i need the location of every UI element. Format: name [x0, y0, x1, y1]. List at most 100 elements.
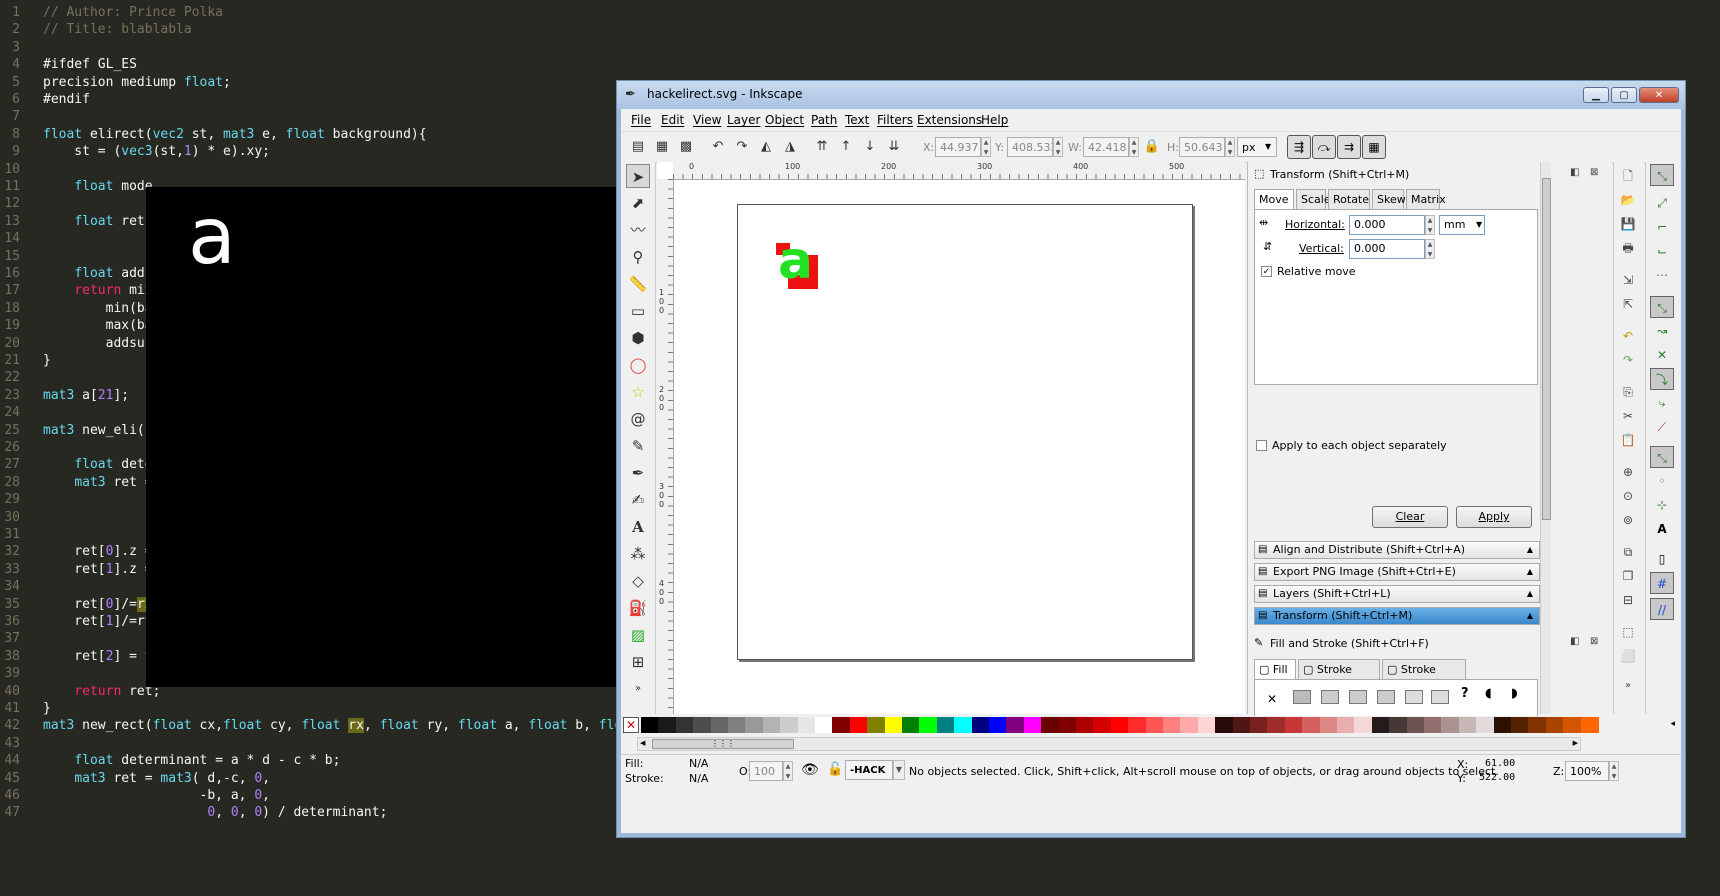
star-tool-icon[interactable]: ☆ [626, 380, 650, 404]
snap-rotation-center-icon[interactable]: ⊹ [1650, 494, 1674, 516]
selector-tool-icon[interactable]: ➤ [626, 164, 650, 188]
snap-guides-icon[interactable]: // [1650, 598, 1674, 620]
raise-icon[interactable]: ↑ [837, 138, 855, 156]
snap-intersections-icon[interactable]: ✕ [1650, 344, 1674, 366]
color-swatch[interactable] [1493, 717, 1512, 733]
paint-bucket-tool-icon[interactable]: ⛽ [626, 596, 650, 620]
close-button[interactable]: ✕ [1639, 87, 1679, 103]
flip-horizontal-icon[interactable]: ◭ [757, 138, 775, 156]
undo-icon[interactable]: ↶ [1618, 326, 1638, 346]
close-panel-button[interactable]: ⊠ [1590, 167, 1598, 178]
color-swatch[interactable] [1180, 717, 1199, 733]
x-spinner[interactable]: ▲ ▼ [981, 137, 991, 157]
snap-text-baseline-icon[interactable]: A [1650, 518, 1674, 540]
color-swatch[interactable] [936, 717, 955, 733]
color-swatch[interactable] [658, 717, 677, 733]
menu-extensions[interactable]: Extensions [917, 113, 982, 127]
paste-icon[interactable]: 📋 [1618, 430, 1638, 450]
linear-gradient-icon[interactable] [1321, 690, 1339, 704]
zoom-selection-icon[interactable]: ⊕ [1618, 462, 1638, 482]
clear-button[interactable]: Clear [1372, 506, 1448, 528]
calligraphy-tool-icon[interactable]: ✍ [626, 488, 650, 512]
tab-scale[interactable]: Scale [1296, 189, 1331, 209]
iconify-fill-panel-button[interactable]: ◧ [1570, 636, 1579, 647]
more-commands-icon[interactable]: » [1618, 676, 1638, 696]
opacity-spinner[interactable]: ▲ ▼ [783, 761, 793, 781]
w-input[interactable]: 42.418 [1083, 137, 1129, 157]
horizontal-input[interactable]: 0.000 [1349, 215, 1425, 235]
color-swatch[interactable] [1145, 717, 1164, 733]
collapsed-panel[interactable]: ▤ Transform (Shift+Ctrl+M) ▲ [1254, 607, 1540, 625]
rotate-cw-icon[interactable]: ↷ [733, 138, 751, 156]
dock-scrollbar-thumb[interactable] [1542, 178, 1551, 520]
select-all-layers-icon[interactable]: ▦ [653, 138, 671, 156]
iconify-panel-button[interactable]: ◧ [1570, 167, 1579, 178]
menu-edit[interactable]: Edit [661, 113, 684, 127]
zoom-page-icon[interactable]: ⊚ [1618, 510, 1638, 530]
save-icon[interactable]: 💾 [1618, 214, 1638, 234]
code-line[interactable]: 4 #ifdef GL_ES [0, 55, 1720, 74]
color-swatch[interactable] [1041, 717, 1060, 733]
snap-paths-icon[interactable]: ↝ [1650, 320, 1674, 342]
more-tools-icon[interactable]: » [626, 677, 650, 701]
color-swatch[interactable] [884, 717, 903, 733]
horizontal-scrollbar-thumb[interactable]: ⋮⋮⋮ [652, 739, 794, 749]
color-swatch[interactable] [1093, 717, 1112, 733]
relative-move-checkbox[interactable]: ✓ [1261, 266, 1272, 277]
collapsed-panel[interactable]: ▤ Layers (Shift+Ctrl+L) ▲ [1254, 585, 1540, 603]
flip-vertical-icon[interactable]: ◮ [781, 138, 799, 156]
green-letter-a[interactable]: a [778, 231, 813, 291]
menu-file[interactable]: File [631, 113, 651, 127]
snap-bbox-edges-icon[interactable]: ⌐ [1650, 216, 1674, 238]
vertical-input[interactable]: 0.000 [1349, 239, 1425, 259]
scroll-right-icon[interactable]: ▶ [1573, 739, 1578, 747]
pencil-tool-icon[interactable]: ✎ [626, 434, 650, 458]
copy-icon[interactable]: ⎘ [1618, 382, 1638, 402]
color-swatch[interactable] [1319, 717, 1338, 733]
transform-gradients-toggle[interactable]: ⇉ [1337, 135, 1361, 159]
snap-midpoints-icon[interactable]: ⟋ [1650, 416, 1674, 438]
tab-move[interactable]: Move [1254, 189, 1294, 209]
ellipse-tool-icon[interactable]: ◯ [626, 353, 650, 377]
print-icon[interactable]: 🖶 [1618, 238, 1638, 258]
color-swatch[interactable] [1267, 717, 1286, 733]
scroll-left-icon[interactable]: ◀ [640, 739, 645, 747]
apply-button[interactable]: Apply [1456, 506, 1532, 528]
cut-icon[interactable]: ✂ [1618, 406, 1638, 426]
snap-grid-icon[interactable]: # [1650, 572, 1674, 594]
title-bar[interactable]: ✒ hackelirect.svg - Inkscape ▁ ▢ ✕ [617, 81, 1685, 109]
color-swatch[interactable] [1215, 717, 1234, 733]
color-swatch[interactable] [641, 717, 659, 733]
color-swatch[interactable] [780, 717, 799, 733]
rectangle-tool-icon[interactable]: ▭ [626, 299, 650, 323]
color-swatch[interactable] [745, 717, 764, 733]
code-line[interactable]: 3 [0, 38, 1720, 57]
y-spinner[interactable]: ▲ ▼ [1053, 137, 1063, 157]
y-input[interactable]: 408.533 [1007, 137, 1058, 157]
export-icon[interactable]: ⇱ [1618, 294, 1638, 314]
color-swatch[interactable] [954, 717, 973, 733]
snap-smooth-nodes-icon[interactable]: ⤷ [1650, 392, 1674, 414]
snap-others-icon[interactable]: ⤡ [1650, 446, 1674, 468]
zoom-spinner[interactable]: ▲ ▼ [1609, 761, 1619, 781]
color-swatch[interactable] [1197, 717, 1216, 733]
drawing-canvas[interactable]: 0 100 200 300 400 500 100200300400 a [657, 162, 1245, 714]
horizontal-spinner[interactable]: ▲ ▼ [1425, 215, 1435, 235]
deselect-icon[interactable]: ▩ [677, 138, 695, 156]
tab-stroke-style[interactable]: ▢ Stroke style [1382, 659, 1466, 696]
color-swatch[interactable] [1128, 717, 1147, 733]
raise-to-top-icon[interactable]: ⇈ [813, 138, 831, 156]
tweak-tool-icon[interactable]: 〰 [626, 218, 650, 242]
color-swatch[interactable] [1110, 717, 1129, 733]
toggle-visibility-icon[interactable]: 👁 [801, 762, 819, 778]
color-swatch[interactable] [1389, 717, 1408, 733]
menu-layer[interactable]: Layer [727, 113, 760, 127]
menu-help[interactable]: Help [981, 113, 1008, 127]
menu-path[interactable]: Path [811, 113, 837, 127]
vertical-spinner[interactable]: ▲ ▼ [1425, 239, 1435, 259]
rotate-ccw-icon[interactable]: ↶ [709, 138, 727, 156]
pen-tool-icon[interactable]: ✒ [626, 461, 650, 485]
color-swatch[interactable] [971, 717, 990, 733]
fill-rule-evenodd-icon[interactable]: ◖ [1485, 686, 1492, 701]
h-spinner[interactable]: ▲ ▼ [1225, 137, 1235, 157]
